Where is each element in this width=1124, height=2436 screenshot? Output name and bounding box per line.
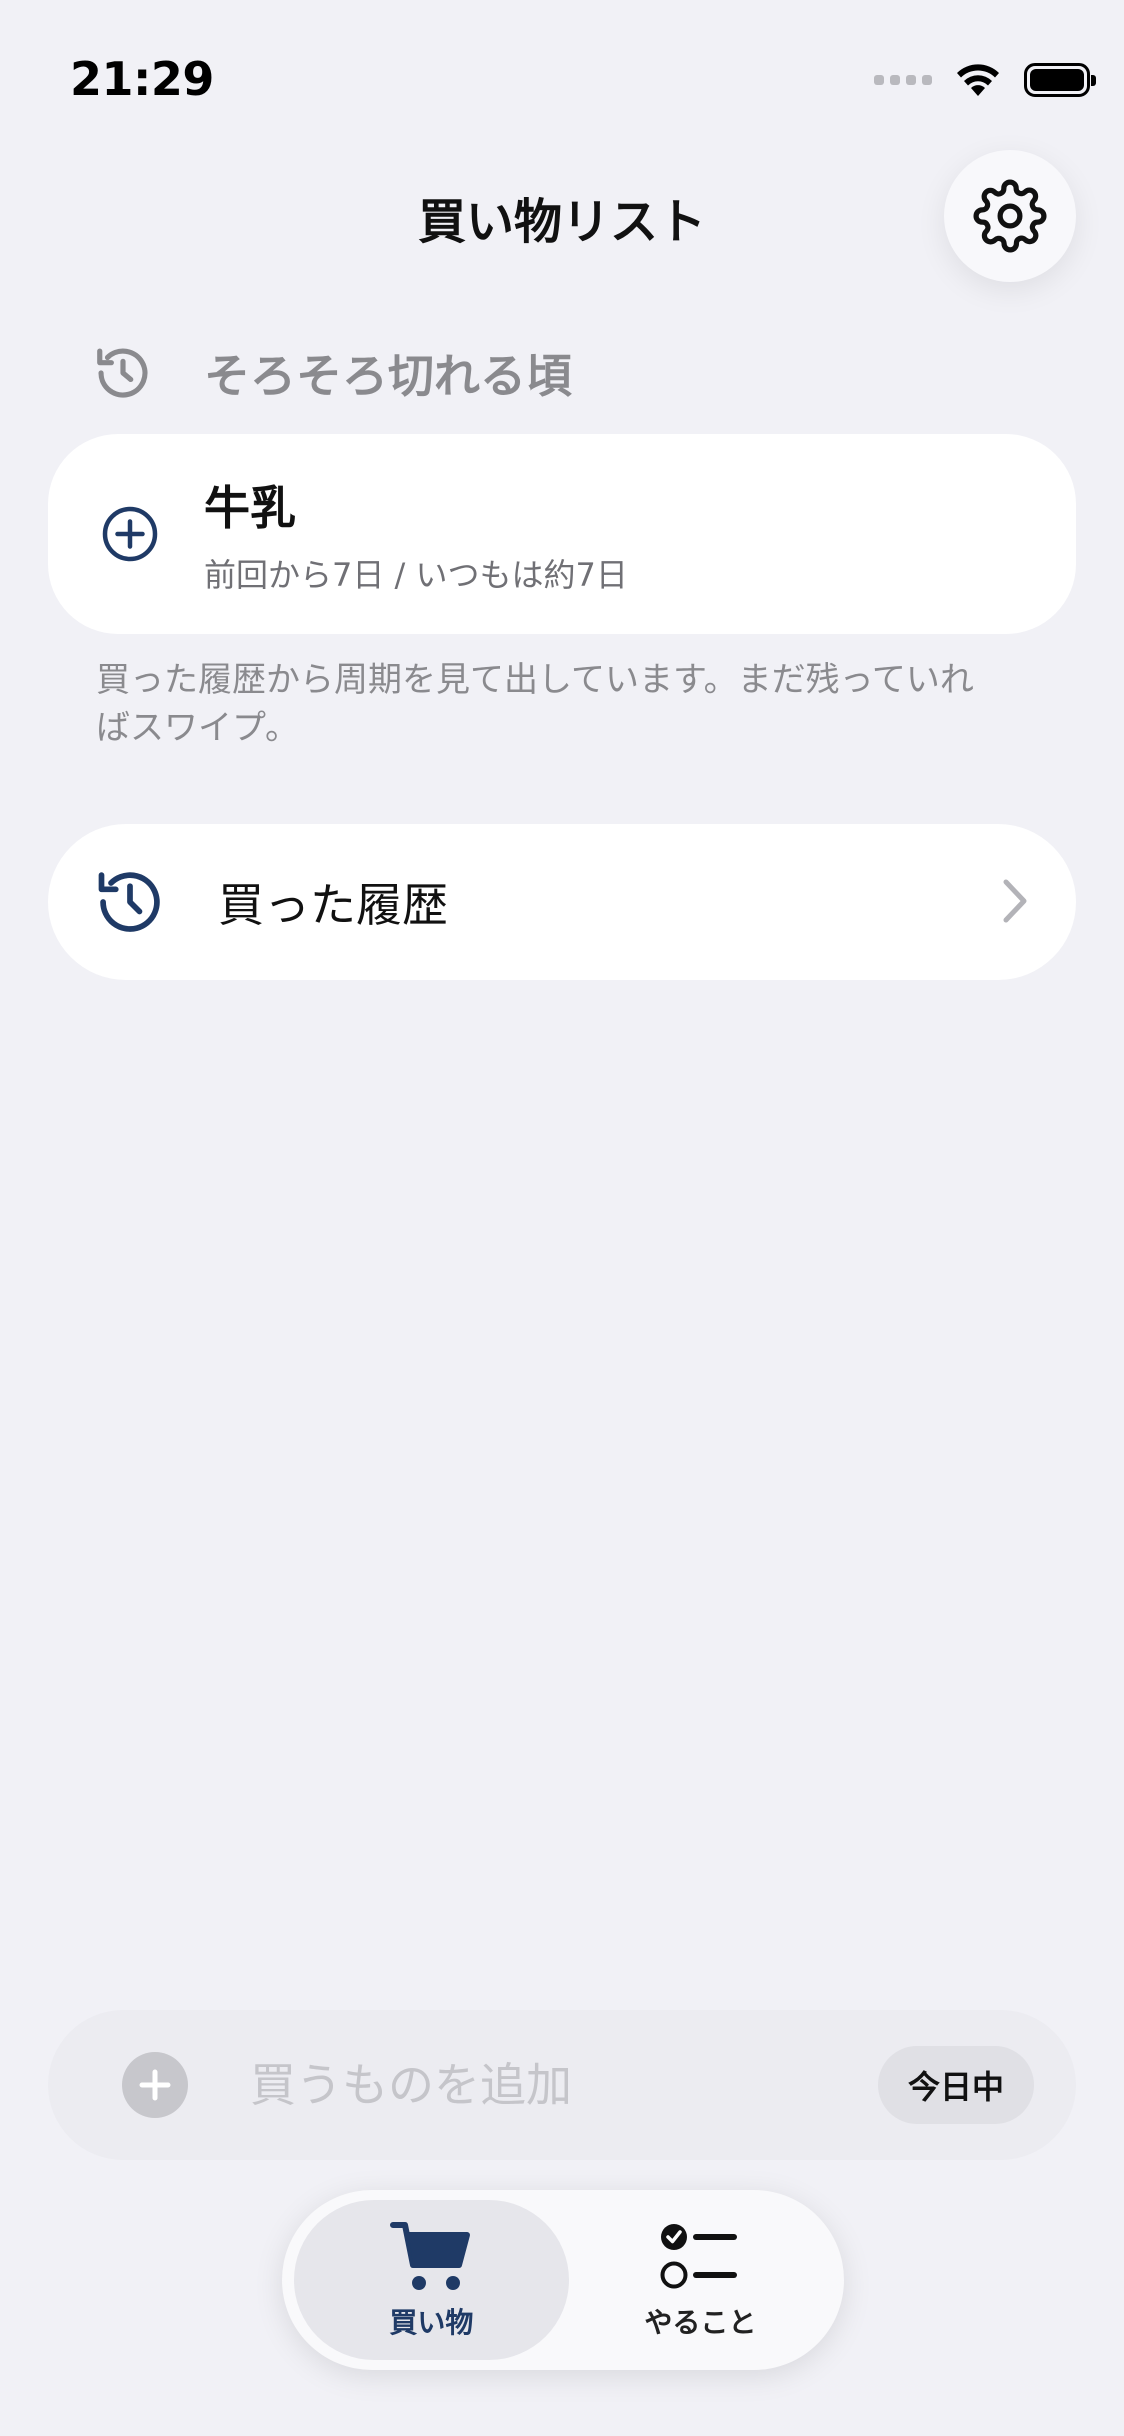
gear-icon bbox=[973, 179, 1047, 253]
tab-shopping[interactable]: 買い物 bbox=[294, 2200, 569, 2360]
due-item-text: 牛乳 前回から7日 / いつもは約7日 bbox=[204, 472, 628, 596]
add-item-bar: 今日中 bbox=[48, 2010, 1076, 2160]
hint-text: 買った履歴から周期を見て出しています。まだ残っていればスワイプ。 bbox=[96, 660, 974, 748]
chevron-right-icon bbox=[1003, 879, 1027, 923]
tab-todo-label: やること bbox=[644, 2306, 757, 2339]
item-detail: 前回から7日 / いつもは約7日 bbox=[204, 556, 628, 594]
add-circle-icon[interactable] bbox=[100, 504, 160, 564]
add-item-input[interactable] bbox=[250, 2058, 878, 2112]
due-today-button[interactable]: 今日中 bbox=[877, 2046, 1034, 2124]
battery-icon bbox=[1024, 63, 1096, 97]
settings-button[interactable] bbox=[944, 150, 1076, 282]
plus-circle-icon[interactable] bbox=[122, 2052, 188, 2118]
checklist-icon bbox=[660, 2224, 738, 2289]
cart-icon bbox=[390, 2222, 471, 2290]
wifi-icon bbox=[957, 64, 999, 96]
history-icon bbox=[97, 348, 148, 398]
tab-shopping-label: 買い物 bbox=[389, 2306, 474, 2339]
due-item-card[interactable]: 牛乳 前回から7日 / いつもは約7日 bbox=[48, 434, 1076, 634]
history-icon bbox=[98, 872, 160, 932]
tab-bar: 買い物 やること bbox=[282, 2190, 844, 2370]
status-time: 21:29 bbox=[70, 52, 214, 106]
section-title: そろそろ切れる頃 bbox=[204, 349, 572, 403]
item-name: 牛乳 bbox=[204, 481, 296, 535]
cellular-signal-icon bbox=[874, 75, 932, 85]
history-label: 買った履歴 bbox=[218, 878, 448, 932]
section-header: そろそろ切れる頃 bbox=[92, 340, 572, 406]
screen: 21:29 買い物リスト そろそろ切れる頃 牛乳 前回から7日 / いつもは約7… bbox=[0, 0, 1124, 2436]
status-icons bbox=[874, 62, 1096, 98]
purchase-history-row[interactable]: 買った履歴 bbox=[48, 824, 1076, 980]
tab-todo[interactable]: やること bbox=[569, 2200, 832, 2360]
